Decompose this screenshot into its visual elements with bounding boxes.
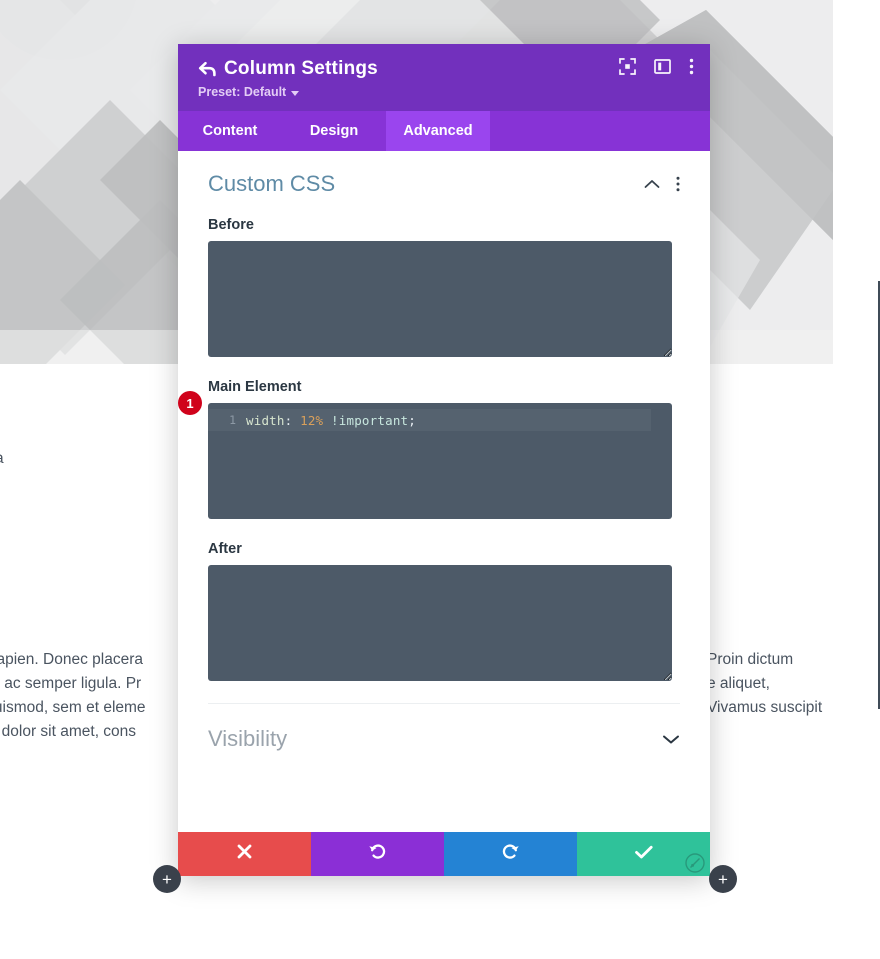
section-title: Custom CSS [208, 171, 336, 196]
focus-icon[interactable] [619, 58, 636, 75]
preset-label: Preset: Default [198, 85, 287, 99]
add-right-button[interactable]: + [709, 865, 737, 893]
code-line: 1 width: 12% !important; [208, 409, 416, 431]
modal-footer [178, 832, 710, 876]
code-token-property: width [246, 412, 285, 428]
background-text-line: nec euismod, sem et eleme [0, 699, 146, 716]
code-text: width: 12% !important; [246, 413, 416, 428]
tabs-filler [490, 111, 710, 151]
modal-header: Column Settings Preset: Default [178, 44, 710, 111]
preset-selector[interactable]: Preset: Default [198, 85, 300, 99]
before-css-input[interactable] [208, 241, 672, 357]
chevron-up-icon[interactable] [644, 179, 660, 189]
tab-design[interactable]: Design [282, 111, 386, 151]
undo-icon [368, 842, 387, 866]
custom-css-section-header: Custom CSS [208, 151, 680, 211]
redo-icon [501, 842, 520, 866]
more-options-icon[interactable] [676, 176, 680, 192]
chevron-down-icon[interactable] [662, 734, 680, 745]
column-settings-modal: Column Settings Preset: Default Content … [178, 44, 880, 876]
more-options-icon[interactable] [689, 58, 694, 75]
background-text-line: rabitur ac semper ligula. Pr [0, 675, 142, 692]
visibility-title: Visibility [208, 726, 288, 751]
header-actions [619, 58, 694, 75]
background-text-right: Proin dictum e aliquet, Vivamus suscipit [707, 648, 822, 720]
field-label-main-element: Main Element [208, 379, 302, 395]
page-root: massa ibus sapien. Donec placera rabitur… [0, 0, 880, 959]
background-text-line: Vivamus suscipit [707, 699, 823, 716]
code-token-value: 12% [300, 412, 324, 428]
code-token-semicolon: ; [408, 412, 417, 428]
back-arrow-icon[interactable] [198, 58, 224, 80]
background-text-line: ipsum dolor sit amet, cons [0, 723, 137, 740]
code-line-number: 1 [229, 413, 236, 427]
code-token-important: !important [331, 412, 409, 428]
layout-panel-icon[interactable] [654, 58, 671, 75]
redo-button[interactable] [444, 832, 577, 876]
plus-icon: + [162, 869, 172, 889]
background-text-line: e aliquet, [707, 675, 770, 692]
step-badge: 1 [178, 391, 202, 415]
background-text-line: Proin dictum [707, 651, 794, 668]
tab-content[interactable]: Content [178, 111, 282, 151]
after-css-input[interactable] [208, 565, 672, 681]
section-tools [644, 176, 680, 192]
checkmark-icon [634, 844, 654, 865]
modal-body: Custom CSS Before Main Element 1 1 width… [178, 151, 710, 832]
field-label-after: After [208, 541, 242, 557]
close-icon [236, 843, 253, 865]
background-text-middle: massa [0, 447, 4, 471]
background-text-left: ibus sapien. Donec placera rabitur ac se… [0, 648, 146, 744]
cancel-button[interactable] [178, 832, 311, 876]
background-text-line: ibus sapien. Donec placera [0, 651, 143, 668]
tab-advanced[interactable]: Advanced [386, 111, 490, 151]
field-after: After [208, 541, 680, 681]
resize-handle-icon[interactable] [684, 852, 706, 874]
chevron-down-icon [291, 90, 300, 96]
main-element-css-editor[interactable]: 1 width: 12% !important; [208, 403, 672, 519]
add-left-button[interactable]: + [153, 865, 181, 893]
visibility-section-header[interactable]: Visibility [208, 703, 680, 776]
plus-icon: + [718, 869, 728, 889]
modal-tabs: Content Design Advanced [178, 111, 710, 151]
field-main-element: Main Element 1 1 width: 12% !important; [178, 379, 680, 519]
undo-button[interactable] [311, 832, 444, 876]
field-label-before: Before [208, 217, 254, 233]
field-before: Before [208, 217, 680, 357]
page-title: Column Settings [224, 58, 378, 79]
